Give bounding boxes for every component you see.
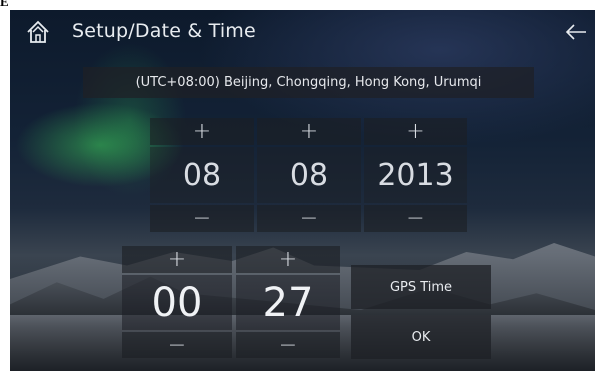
year-increment-button[interactable]: + bbox=[364, 118, 467, 145]
year-value: 2013 bbox=[364, 147, 467, 203]
minute-increment-button[interactable]: + bbox=[236, 246, 340, 273]
top-strip: E bbox=[0, 0, 595, 10]
home-icon[interactable] bbox=[26, 20, 50, 44]
day-increment-button[interactable]: + bbox=[150, 118, 254, 145]
arrow-left-icon[interactable] bbox=[565, 23, 587, 41]
hour-increment-button[interactable]: + bbox=[122, 246, 232, 273]
minute-decrement-button[interactable]: − bbox=[236, 332, 340, 358]
month-increment-button[interactable]: + bbox=[257, 118, 361, 145]
month-value: 08 bbox=[257, 147, 361, 203]
ok-button[interactable]: OK bbox=[351, 315, 491, 359]
month-decrement-button[interactable]: − bbox=[257, 205, 361, 232]
page-title: Setup/Date & Time bbox=[72, 20, 256, 42]
timezone-selector[interactable]: (UTC+08:00) Beijing, Chongqing, Hong Kon… bbox=[83, 67, 534, 98]
year-decrement-button[interactable]: − bbox=[364, 205, 467, 232]
hour-value: 00 bbox=[122, 275, 232, 330]
settings-screen: Setup/Date & Time (UTC+08:00) Beijing, C… bbox=[10, 10, 595, 371]
minute-value: 27 bbox=[236, 275, 340, 330]
day-decrement-button[interactable]: − bbox=[150, 205, 254, 232]
gps-time-button[interactable]: GPS Time bbox=[351, 265, 491, 309]
hour-decrement-button[interactable]: − bbox=[122, 332, 232, 358]
title-bar: Setup/Date & Time bbox=[10, 10, 595, 56]
day-value: 08 bbox=[150, 147, 254, 203]
corner-glyph: E bbox=[0, 0, 9, 9]
